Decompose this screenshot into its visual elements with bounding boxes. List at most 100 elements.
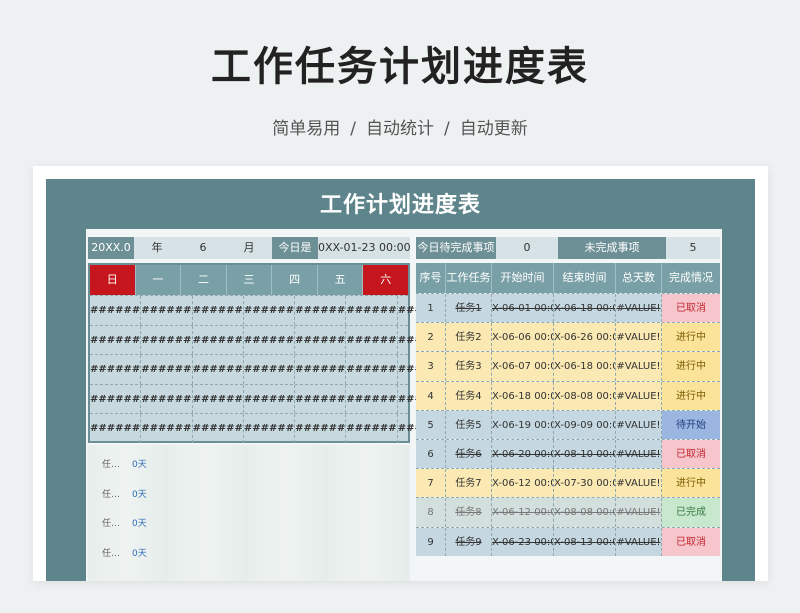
column-header-4[interactable]: 总天数 [616, 263, 662, 293]
table-cell-start[interactable]: X-06-06 00:0( [492, 323, 554, 352]
table-cell-start[interactable]: X-06-07 00:0( [492, 352, 554, 381]
table-row[interactable]: 5 任务5 X-06-19 00:0(X-09-09 00:0(#VALUE! 待开始 [416, 409, 720, 439]
table-cell-no[interactable]: 6 [416, 439, 446, 469]
table-cell-start[interactable]: X-06-18 00:0( [492, 381, 554, 410]
status-badge[interactable]: 已取消 [662, 527, 720, 556]
table-cell-start[interactable]: X-06-12 00:0( [492, 498, 554, 527]
table-cell-task[interactable]: 任务4 [446, 381, 492, 410]
today-value-cell[interactable]: 0XX-01-23 00:00:0 [318, 237, 410, 259]
calendar-day-cell[interactable]: ###### [346, 414, 398, 443]
table-cell-no[interactable]: 3 [416, 352, 446, 381]
table-row[interactable]: 6 任务6 X-06-20 00:0(X-08-10 00:0(#VALUE! 已取消 [416, 438, 720, 469]
table-cell-days[interactable]: #VALUE! [616, 352, 662, 381]
table-cell-task[interactable]: 任务8 [446, 498, 492, 527]
calendar-day-cell[interactable]: ###### [346, 384, 398, 413]
table-cell-end[interactable]: X-08-08 00:0( [554, 498, 616, 527]
table-cell-end[interactable]: X-07-30 00:0( [554, 469, 616, 498]
status-badge[interactable]: 已取消 [662, 439, 720, 469]
table-cell-no[interactable]: 1 [416, 294, 446, 323]
table-cell-end[interactable]: X-08-13 00:0( [554, 527, 616, 556]
calendar-day-cell[interactable]: ###### [295, 296, 347, 325]
table-cell-end[interactable]: X-08-10 00:0( [554, 439, 616, 469]
table-cell-end[interactable]: X-06-18 00:0( [554, 352, 616, 381]
table-row[interactable]: 8 任务8 X-06-12 00:0(X-08-08 00:0(#VALUE! 已完成 [416, 497, 720, 527]
calendar-day-cell[interactable]: ###### [244, 384, 296, 413]
table-cell-end[interactable]: X-08-08 00:0( [554, 381, 616, 410]
calendar-day-cell[interactable]: ###### [90, 414, 142, 443]
table-cell-days[interactable]: #VALUE! [616, 323, 662, 352]
calendar-day-cell[interactable]: ###### [193, 296, 244, 325]
calendar-day-cell[interactable]: ###### [90, 325, 142, 354]
status-badge[interactable]: 进行中 [662, 323, 720, 352]
month-value-cell[interactable]: 6 [180, 237, 226, 259]
calendar-day-cell[interactable]: ###### [141, 325, 193, 354]
table-cell-days[interactable]: #VALUE! [616, 294, 662, 323]
table-cell-task[interactable]: 任务3 [446, 352, 492, 381]
calendar-day-cell[interactable]: ###### [193, 384, 244, 413]
column-header-2[interactable]: 开始时间 [492, 263, 554, 293]
table-row[interactable]: 7 任务7 X-06-12 00:0(X-07-30 00:0(#VALUE! 进行中 [416, 468, 720, 498]
table-cell-task[interactable]: 任务9 [446, 527, 492, 556]
table-cell-end[interactable]: X-09-09 00:0( [554, 410, 616, 439]
calendar-day-cell[interactable]: ###### [141, 414, 193, 443]
calendar-day-cell[interactable]: ###### [295, 355, 347, 384]
table-cell-start[interactable]: X-06-20 00:0( [492, 439, 554, 469]
calendar-day-cell[interactable]: ###### [295, 414, 347, 443]
calendar-day-cell[interactable]: ###### [244, 296, 296, 325]
table-cell-end[interactable]: X-06-26 00:0( [554, 323, 616, 352]
table-cell-task[interactable]: 任务6 [446, 439, 492, 469]
calendar-day-cell[interactable]: ###### [141, 355, 193, 384]
table-cell-task[interactable]: 任务1 [446, 294, 492, 323]
calendar-day-cell[interactable]: ###### [346, 296, 398, 325]
table-row[interactable]: 2 任务2 X-06-06 00:0(X-06-26 00:0(#VALUE! 进行中 [416, 322, 720, 352]
table-row[interactable]: 4 任务4 X-06-18 00:0(X-08-08 00:0(#VALUE! 进行中 [416, 380, 720, 410]
table-cell-no[interactable]: 7 [416, 469, 446, 498]
table-cell-start[interactable]: X-06-12 00:0( [492, 469, 554, 498]
table-cell-days[interactable]: #VALUE! [616, 527, 662, 556]
table-cell-start[interactable]: X-06-19 00:0( [492, 410, 554, 439]
table-cell-days[interactable]: #VALUE! [616, 469, 662, 498]
table-cell-task[interactable]: 任务5 [446, 410, 492, 439]
calendar-day-cell[interactable]: ###### [346, 355, 398, 384]
table-row[interactable]: 3 任务3 X-06-07 00:0(X-06-18 00:0(#VALUE! 进行中 [416, 351, 720, 381]
table-cell-days[interactable]: #VALUE! [616, 498, 662, 527]
table-cell-days[interactable]: #VALUE! [616, 410, 662, 439]
table-cell-no[interactable]: 8 [416, 498, 446, 527]
calendar-day-cell[interactable]: ###### [193, 325, 244, 354]
table-cell-no[interactable]: 2 [416, 323, 446, 352]
status-badge[interactable]: 进行中 [662, 381, 720, 410]
table-cell-end[interactable]: X-06-18 00:0( [554, 294, 616, 323]
table-cell-no[interactable]: 5 [416, 410, 446, 439]
table-cell-start[interactable]: X-06-01 00:0( [492, 294, 554, 323]
table-cell-days[interactable]: #VALUE! [616, 439, 662, 469]
table-cell-no[interactable]: 4 [416, 381, 446, 410]
column-header-1[interactable]: 工作任务 [446, 263, 492, 293]
status-badge[interactable]: 已完成 [662, 498, 720, 527]
table-cell-task[interactable]: 任务7 [446, 469, 492, 498]
table-cell-days[interactable]: #VALUE! [616, 381, 662, 410]
table-row[interactable]: 9 任务9 X-06-23 00:0(X-08-13 00:0(#VALUE! 已取消 [416, 526, 720, 556]
calendar-day-cell[interactable]: ###### [244, 414, 296, 443]
calendar-day-cell[interactable]: ###### [295, 384, 347, 413]
calendar-day-cell[interactable]: ###### [90, 355, 142, 384]
table-cell-start[interactable]: X-06-23 00:0( [492, 527, 554, 556]
status-badge[interactable]: 进行中 [662, 352, 720, 381]
calendar-day-cell[interactable]: ###### [346, 325, 398, 354]
status-badge[interactable]: 待开始 [662, 410, 720, 439]
calendar-day-cell[interactable]: ###### [244, 325, 296, 354]
calendar-day-cell[interactable]: ###### [244, 355, 296, 384]
calendar-day-cell[interactable]: ###### [90, 296, 142, 325]
table-cell-no[interactable]: 9 [416, 527, 446, 556]
table-row[interactable]: 1 任务1 X-06-01 00:0(X-06-18 00:0(#VALUE! 已取消 [416, 293, 720, 323]
column-header-3[interactable]: 结束时间 [554, 263, 616, 293]
table-cell-task[interactable]: 任务2 [446, 323, 492, 352]
year-value-cell[interactable]: 20XX.0 [88, 237, 134, 259]
calendar-day-cell[interactable]: ###### [141, 384, 193, 413]
calendar-day-cell[interactable]: ###### [295, 325, 347, 354]
calendar-day-cell[interactable]: ###### [193, 414, 244, 443]
calendar-day-cell[interactable]: ###### [141, 296, 193, 325]
status-badge[interactable]: 已取消 [662, 294, 720, 323]
status-badge[interactable]: 进行中 [662, 469, 720, 498]
column-header-0[interactable]: 序号 [416, 263, 446, 293]
column-header-5[interactable]: 完成情况 [662, 263, 720, 293]
